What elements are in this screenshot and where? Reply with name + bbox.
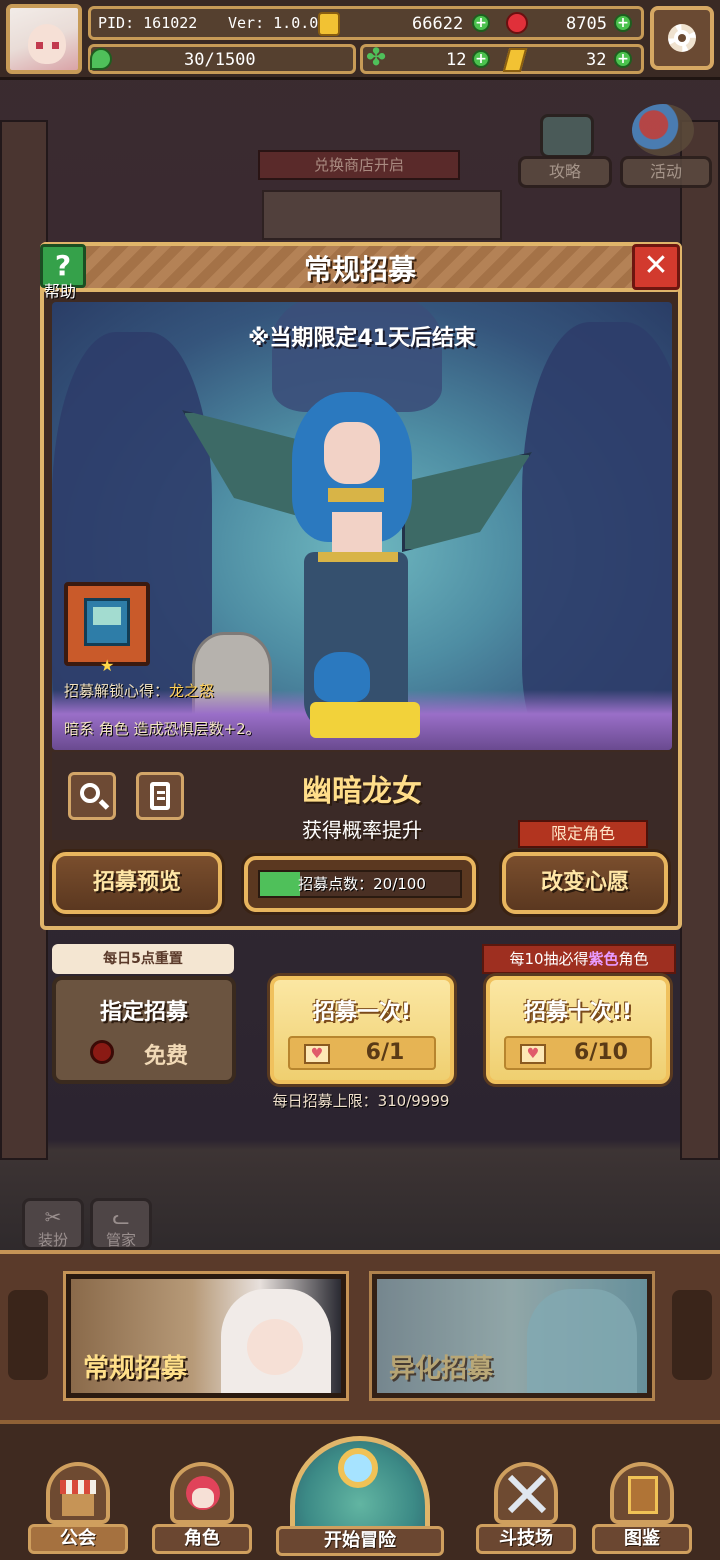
unlock-name: 龙之怒 (169, 682, 215, 700)
recruit-ten-title: 招募十次!! (523, 1000, 633, 1025)
unlock-prefix: 招募解锁心得： (64, 682, 170, 700)
recruit-points-panel: 招募点数：20/100 (244, 856, 476, 912)
outfit-button[interactable]: ✂ 装扮 (22, 1198, 84, 1250)
add-ruby-button[interactable]: + (614, 14, 632, 32)
unlock-effect: 暗系 角色 造成恐惧层数+2。 (64, 720, 261, 738)
gear-icon (668, 24, 696, 52)
recruit-preview-button[interactable]: 招募预览 (52, 852, 222, 914)
add-gold-button[interactable]: + (472, 14, 490, 32)
right-bookshelf (680, 120, 720, 1160)
guarantee-color-word: 紫色 (588, 950, 619, 968)
recruit-once-cost: ♥ 6/1 (288, 1036, 436, 1070)
clover-icon: ✤ (365, 43, 387, 71)
regular-recruit-tab[interactable]: 常规招募 (63, 1271, 349, 1401)
gold-amount: 66622 (412, 14, 464, 34)
shop-house-icon (46, 1462, 110, 1524)
recruit-once-button[interactable]: 招募一次! ♥ 6/1 (270, 976, 454, 1084)
cat-icon: ᓚ (112, 1205, 130, 1229)
star-icon: ★ (100, 656, 115, 675)
recruit-points-label: 招募点数：20/100 (298, 875, 426, 893)
clover-amount: 12 (446, 50, 467, 70)
add-clover-button[interactable]: + (472, 50, 490, 68)
recruit-points-bar: 招募点数：20/100 (258, 870, 462, 898)
recruit-once-count: 6/1 (365, 1040, 405, 1065)
guarantee-tag: 每10抽必得紫色角色 (482, 944, 676, 974)
ticket-amount: 32 (586, 50, 607, 70)
close-button[interactable]: ✕ (632, 244, 680, 290)
ruby-amount: 8705 (566, 14, 607, 34)
ruby-icon (506, 12, 528, 34)
designated-recruit-title: 指定招募 (99, 1000, 188, 1025)
player-avatar[interactable] (6, 4, 82, 74)
guarantee-suffix: 角色 (618, 950, 649, 968)
character-name: 幽暗龙女 (302, 774, 422, 809)
unlock-info: 招募解锁心得：龙之怒 (64, 680, 214, 701)
player-id: PID: 161022 (98, 14, 198, 32)
character-head-icon (170, 1462, 234, 1524)
heart-ticket-icon: ♥ (304, 1044, 330, 1064)
balloons-icon[interactable] (632, 104, 694, 156)
book-icon (610, 1462, 674, 1524)
nav-arena-label: 斗技场 (476, 1524, 576, 1554)
nav-codex-label: 图鉴 (592, 1524, 692, 1554)
recruit-ten-count: 6/10 (574, 1040, 628, 1065)
event-button[interactable]: 活动 (620, 156, 712, 188)
recruit-ten-button[interactable]: 招募十次!! ♥ 6/10 (486, 976, 670, 1084)
time-limit-notice: ※当期限定41天后结束 (247, 326, 476, 351)
outfit-label: 装扮 (37, 1231, 68, 1249)
limited-character-tag: 限定角色 (518, 820, 648, 848)
notice-board (262, 190, 502, 240)
ruby-orb-icon (90, 1040, 114, 1064)
settings-button[interactable] (650, 6, 714, 70)
gold-coin-icon (318, 12, 340, 36)
recruit-once-title: 招募一次! (312, 1000, 412, 1025)
butler-button[interactable]: ᓚ 管家 (90, 1198, 152, 1250)
nav-start-adventure[interactable]: 开始冒险 (276, 1436, 444, 1560)
nav-character[interactable]: 角色 (152, 1462, 252, 1556)
nav-adventure-label: 开始冒险 (276, 1526, 444, 1556)
alternate-recruit-tab[interactable]: 异化招募 (369, 1271, 655, 1401)
daily-recruit-limit: 每日招募上限：310/9999 (272, 1092, 450, 1110)
designated-recruit-button[interactable]: 指定招募 免费 (52, 976, 236, 1084)
change-wish-button[interactable]: 改变心愿 (502, 852, 668, 914)
daily-reset-tag: 每日5点重置 (52, 944, 234, 974)
guide-button[interactable]: 攻略 (518, 156, 612, 188)
recruit-ten-cost: ♥ 6/10 (504, 1036, 652, 1070)
nav-guild-label: 公会 (28, 1524, 128, 1554)
nav-arena[interactable]: 斗技场 (476, 1462, 576, 1556)
heart-ticket-icon: ♥ (520, 1044, 546, 1064)
butler-label: 管家 (105, 1231, 136, 1249)
outfit-icon: ✂ (44, 1205, 62, 1229)
energy-leaf-icon (90, 48, 112, 70)
tab-left-rail (8, 1290, 48, 1380)
magnify-icon (338, 1448, 378, 1488)
alternate-recruit-label: 异化招募 (389, 1354, 494, 1384)
nav-codex[interactable]: 图鉴 (592, 1462, 692, 1556)
book-icon (84, 598, 130, 646)
add-ticket-button[interactable]: + (614, 50, 632, 68)
nav-character-label: 角色 (152, 1524, 252, 1554)
guarantee-prefix: 每10抽必得 (509, 950, 589, 968)
guide-icon[interactable] (540, 114, 594, 158)
shop-open-sign[interactable]: 兑换商店开启 (258, 150, 460, 180)
nav-guild[interactable]: 公会 (28, 1462, 128, 1556)
crossed-swords-icon (494, 1462, 558, 1524)
tab-right-rail (672, 1290, 712, 1380)
designated-recruit-cost: 免费 (144, 1044, 189, 1069)
regular-recruit-label: 常规招募 (83, 1354, 188, 1384)
energy-count: 30/1500 (184, 50, 256, 70)
modal-title: 常规招募 (303, 253, 416, 286)
help-label: 帮助 (44, 282, 77, 301)
unlock-book-slot[interactable] (64, 582, 150, 666)
